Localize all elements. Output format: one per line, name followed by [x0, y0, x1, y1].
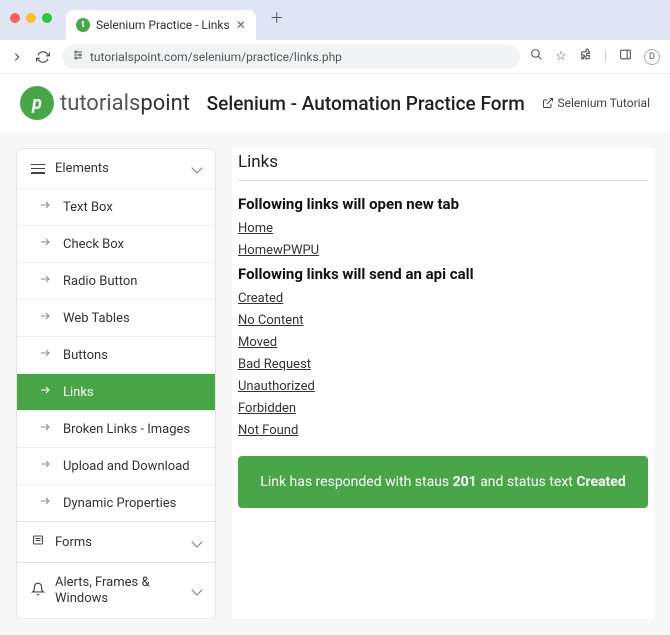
main-container: Elements Text Box Check Box Radio Button We…: [0, 132, 670, 635]
brand-text: tutorialspoint: [60, 91, 190, 116]
arrow-right-icon: [39, 310, 53, 326]
sidebar-group-alerts: Alerts, Frames & Windows: [17, 563, 215, 618]
sidebar-item-label: Text Box: [63, 200, 113, 215]
sidebar-item-label: Upload and Download: [63, 459, 190, 474]
banner-code: 201: [453, 474, 477, 490]
browser-tab[interactable]: t Selenium Practice - Links ✕: [66, 10, 256, 40]
sidebar-item-label: Broken Links - Images: [63, 422, 190, 437]
arrow-right-icon: [39, 273, 53, 289]
sidebar-head-elements[interactable]: Elements: [17, 149, 215, 188]
chevron-down-icon: [193, 583, 201, 598]
sidebar-head-forms[interactable]: Forms: [17, 522, 215, 562]
banner-text-pre: Link has responded with staus: [260, 474, 452, 490]
page-title: Selenium - Automation Practice Form: [204, 92, 528, 115]
content-area: Links Following links will open new tab …: [232, 148, 654, 619]
sidebar-group-forms: Forms: [17, 522, 215, 563]
api-link-unauthorized[interactable]: Unauthorized: [238, 379, 315, 394]
sidebar-item-check-box[interactable]: Check Box: [17, 225, 215, 262]
star-icon[interactable]: ☆: [555, 49, 567, 64]
tab-favicon-icon: t: [76, 18, 90, 32]
arrow-right-icon: [39, 384, 53, 400]
sidebar-item-text-box[interactable]: Text Box: [17, 188, 215, 225]
arrow-right-icon: [39, 458, 53, 474]
sidebar-item-links[interactable]: Links: [17, 373, 215, 410]
sidebar-group-label: Elements: [55, 161, 109, 176]
sidebar-head-alerts[interactable]: Alerts, Frames & Windows: [17, 563, 215, 618]
tutorial-link[interactable]: Selenium Tutorial: [542, 96, 651, 110]
vertical-divider: |: [604, 49, 607, 64]
zoom-icon[interactable]: [530, 48, 543, 65]
sidebar-item-upload-and-download[interactable]: Upload and Download: [17, 447, 215, 484]
sidebar-group-label: Alerts, Frames & Windows: [55, 575, 183, 606]
response-banner: Link has responded with staus 201 and st…: [238, 456, 648, 508]
banner-text-mid: and status text: [477, 474, 577, 490]
content-title: Links: [238, 148, 648, 181]
api-link-moved[interactable]: Moved: [238, 335, 277, 350]
window-maximize-icon[interactable]: [42, 13, 52, 23]
page-header: p tutorialspoint Selenium - Automation P…: [0, 74, 670, 132]
profile-button[interactable]: D: [644, 49, 660, 65]
site-settings-icon[interactable]: [72, 49, 84, 64]
forms-icon: [31, 534, 45, 550]
browser-tab-bar: t Selenium Practice - Links ✕ ＋: [0, 0, 670, 40]
side-panel-icon[interactable]: [619, 48, 632, 65]
tab-title: Selenium Practice - Links: [96, 18, 230, 32]
api-link-created[interactable]: Created: [238, 291, 283, 306]
newtab-link-homewpwpu[interactable]: HomewPWPU: [238, 243, 319, 258]
sidebar-item-dynamic-properties[interactable]: Dynamic Properties: [17, 484, 215, 521]
api-link-not-found[interactable]: Not Found: [238, 423, 298, 438]
arrow-right-icon: [39, 199, 53, 215]
api-link-forbidden[interactable]: Forbidden: [238, 401, 296, 416]
sidebar-item-buttons[interactable]: Buttons: [17, 336, 215, 373]
sidebar: Elements Text Box Check Box Radio Button We…: [16, 148, 216, 619]
banner-status: Created: [576, 474, 625, 490]
window-controls: [10, 13, 52, 27]
api-link-bad-request[interactable]: Bad Request: [238, 357, 311, 372]
hamburger-icon: [31, 164, 45, 174]
chevron-down-icon: [193, 161, 201, 176]
api-link-no-content[interactable]: No Content: [238, 313, 304, 328]
section-api-title: Following links will send an api call: [238, 265, 648, 283]
sidebar-item-label: Web Tables: [63, 311, 130, 326]
logo-mark-icon: p: [20, 86, 54, 120]
sidebar-item-label: Check Box: [63, 237, 124, 252]
sidebar-item-label: Radio Button: [63, 274, 137, 289]
browser-toolbar: tutorialspoint.com/selenium/practice/lin…: [0, 40, 670, 74]
window-minimize-icon[interactable]: [26, 13, 36, 23]
address-bar[interactable]: tutorialspoint.com/selenium/practice/lin…: [62, 45, 520, 69]
newtab-link-home[interactable]: Home: [238, 221, 273, 236]
url-text: tutorialspoint.com/selenium/practice/lin…: [90, 50, 342, 64]
extensions-icon[interactable]: [579, 48, 592, 65]
arrow-right-icon: [39, 495, 53, 511]
sidebar-item-label: Links: [63, 385, 94, 400]
external-link-icon: [542, 97, 554, 109]
forward-icon[interactable]: [10, 50, 24, 64]
window-close-icon[interactable]: [10, 13, 20, 23]
arrow-right-icon: [39, 421, 53, 437]
brand-logo[interactable]: p tutorialspoint: [20, 86, 190, 120]
sidebar-item-label: Dynamic Properties: [63, 496, 176, 511]
section-newtab-title: Following links will open new tab: [238, 195, 648, 213]
sidebar-item-web-tables[interactable]: Web Tables: [17, 299, 215, 336]
sidebar-item-broken-links-images[interactable]: Broken Links - Images: [17, 410, 215, 447]
bell-icon: [31, 582, 45, 600]
reload-icon[interactable]: [36, 50, 50, 64]
arrow-right-icon: [39, 347, 53, 363]
chevron-down-icon: [193, 535, 201, 550]
tutorial-link-label: Selenium Tutorial: [558, 96, 651, 110]
sidebar-item-label: Buttons: [63, 348, 108, 363]
sidebar-group-label: Forms: [55, 535, 92, 550]
sidebar-item-radio-button[interactable]: Radio Button: [17, 262, 215, 299]
arrow-right-icon: [39, 236, 53, 252]
tab-close-icon[interactable]: ✕: [236, 18, 246, 32]
sidebar-group-elements: Elements Text Box Check Box Radio Button We…: [17, 149, 215, 522]
toolbar-right: ☆ | D: [530, 48, 660, 65]
new-tab-button[interactable]: ＋: [264, 4, 290, 36]
